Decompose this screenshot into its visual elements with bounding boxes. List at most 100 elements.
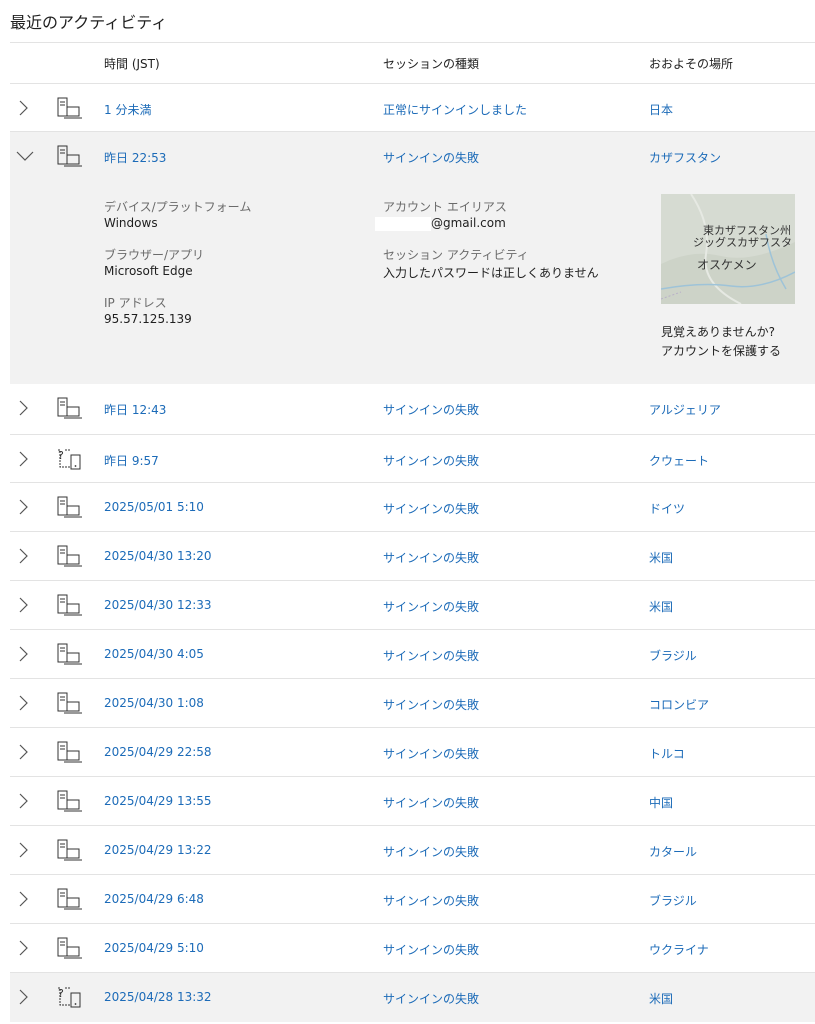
browser-app-value: Microsoft Edge	[104, 264, 193, 278]
activity-row[interactable]: 2025/04/30 1:08 サインインの失敗 コロンビア	[10, 678, 815, 728]
row-location[interactable]: カタール	[649, 843, 697, 860]
activity-row[interactable]: 昨日 12:43 サインインの失敗 アルジェリア	[10, 384, 815, 433]
activity-detail-panel: デバイス/プラットフォーム Windows ブラウザー/アプリ Microsof…	[10, 180, 815, 384]
chevron-right-icon[interactable]	[15, 497, 31, 517]
chevron-right-icon[interactable]	[15, 449, 31, 469]
desktop-icon	[56, 495, 84, 521]
row-session-type[interactable]: サインインの失敗	[383, 990, 479, 1007]
row-time[interactable]: 2025/04/30 13:20	[104, 549, 212, 563]
row-session-type[interactable]: サインインの失敗	[383, 794, 479, 811]
row-location[interactable]: 日本	[649, 101, 673, 118]
unknown-device-icon: ?	[56, 985, 84, 1011]
desktop-icon	[56, 642, 84, 668]
chevron-right-icon[interactable]	[15, 398, 31, 418]
row-location[interactable]: ブラジル	[649, 647, 697, 664]
session-activity-value: 入力したパスワードは正しくありません	[383, 266, 599, 280]
row-session-type[interactable]: サインインの失敗	[383, 941, 479, 958]
activity-row[interactable]: 2025/04/30 4:05 サインインの失敗 ブラジル	[10, 629, 815, 679]
chevron-down-icon[interactable]	[15, 146, 34, 166]
activity-row[interactable]: 1 分未満 正常にサインインしました 日本	[10, 83, 815, 133]
desktop-icon	[56, 544, 84, 570]
activity-row[interactable]: 2025/04/30 13:20 サインインの失敗 米国	[10, 531, 815, 581]
row-location[interactable]: 米国	[649, 990, 673, 1007]
account-alias-label: アカウント エイリアス	[383, 200, 507, 214]
device-platform-value: Windows	[104, 216, 158, 230]
row-location[interactable]: 米国	[649, 549, 673, 566]
desktop-icon	[56, 144, 84, 170]
chevron-right-icon[interactable]	[15, 595, 31, 615]
row-location[interactable]: コロンビア	[649, 696, 709, 713]
desktop-icon	[56, 593, 84, 619]
chevron-right-icon[interactable]	[15, 693, 31, 713]
row-time[interactable]: 2025/05/01 5:10	[104, 500, 204, 514]
chevron-right-icon[interactable]	[15, 791, 31, 811]
alias-domain: @gmail.com	[431, 216, 506, 230]
row-time[interactable]: 2025/04/29 13:55	[104, 794, 212, 808]
row-time[interactable]: 1 分未満	[104, 101, 151, 118]
row-location[interactable]: アルジェリア	[649, 401, 721, 418]
row-time[interactable]: 2025/04/28 13:32	[104, 990, 212, 1004]
row-time[interactable]: 昨日 12:43	[104, 401, 166, 418]
row-session-type[interactable]: 正常にサインインしました	[383, 101, 527, 118]
row-time[interactable]: 昨日 9:57	[104, 452, 159, 469]
chevron-right-icon[interactable]	[15, 840, 31, 860]
activity-row[interactable]: 2025/05/01 5:10 サインインの失敗 ドイツ	[10, 482, 815, 532]
row-time[interactable]: 2025/04/30 12:33	[104, 598, 212, 612]
row-session-type[interactable]: サインインの失敗	[383, 452, 479, 469]
activity-row[interactable]: 2025/04/30 12:33 サインインの失敗 米国	[10, 580, 815, 630]
browser-app-label: ブラウザー/アプリ	[104, 248, 205, 262]
chevron-right-icon[interactable]	[15, 987, 31, 1007]
header-time: 時間 (JST)	[104, 57, 160, 71]
chevron-right-icon[interactable]	[15, 938, 31, 958]
desktop-icon	[56, 838, 84, 864]
row-time[interactable]: 2025/04/29 6:48	[104, 892, 204, 906]
row-location[interactable]: トルコ	[649, 745, 685, 762]
chevron-right-icon[interactable]	[15, 644, 31, 664]
table-header: 時間 (JST) セッションの種類 おおよその場所	[10, 42, 815, 83]
row-location[interactable]: ブラジル	[649, 892, 697, 909]
row-time[interactable]: 昨日 22:53	[104, 149, 166, 166]
activity-row[interactable]: 2025/04/29 13:55 サインインの失敗 中国	[10, 776, 815, 826]
row-location[interactable]: カザフスタン	[649, 149, 721, 166]
activity-row[interactable]: 2025/04/29 6:48 サインインの失敗 ブラジル	[10, 874, 815, 924]
chevron-right-icon[interactable]	[15, 546, 31, 566]
chevron-right-icon[interactable]	[15, 98, 31, 118]
desktop-icon	[56, 789, 84, 815]
location-map[interactable]: 東カザフスタン州 ジッグスカザフスタ オスケメン	[661, 194, 795, 304]
row-location[interactable]: クウェート	[649, 452, 709, 469]
row-session-type[interactable]: サインインの失敗	[383, 549, 479, 566]
activity-row[interactable]: ? 2025/04/28 13:32 サインインの失敗 米国	[10, 972, 815, 1022]
session-activity-label: セッション アクティビティ	[383, 248, 529, 262]
activity-row[interactable]: ? 昨日 9:57 サインインの失敗 クウェート	[10, 434, 815, 484]
row-session-type[interactable]: サインインの失敗	[383, 500, 479, 517]
activity-row[interactable]: 2025/04/29 5:10 サインインの失敗 ウクライナ	[10, 923, 815, 973]
row-session-type[interactable]: サインインの失敗	[383, 598, 479, 615]
row-location[interactable]: ドイツ	[649, 500, 685, 517]
row-session-type[interactable]: サインインの失敗	[383, 647, 479, 664]
row-session-type[interactable]: サインインの失敗	[383, 696, 479, 713]
row-location[interactable]: 米国	[649, 598, 673, 615]
account-alias-value: @gmail.com	[375, 216, 506, 231]
unfamiliar-question: 見覚えありませんか?	[661, 325, 776, 339]
row-session-type[interactable]: サインインの失敗	[383, 892, 479, 909]
page-title: 最近のアクティビティ	[10, 13, 168, 32]
desktop-icon	[56, 887, 84, 913]
activity-row[interactable]: 2025/04/29 22:58 サインインの失敗 トルコ	[10, 727, 815, 777]
row-session-type[interactable]: サインインの失敗	[383, 843, 479, 860]
row-session-type[interactable]: サインインの失敗	[383, 401, 479, 418]
chevron-right-icon[interactable]	[15, 889, 31, 909]
row-session-type[interactable]: サインインの失敗	[383, 745, 479, 762]
activity-row[interactable]: 昨日 22:53 サインインの失敗 カザフスタン	[10, 131, 815, 181]
row-time[interactable]: 2025/04/29 22:58	[104, 745, 212, 759]
ip-address-value: 95.57.125.139	[104, 312, 192, 326]
row-time[interactable]: 2025/04/30 4:05	[104, 647, 204, 661]
row-time[interactable]: 2025/04/29 13:22	[104, 843, 212, 857]
row-location[interactable]: ウクライナ	[649, 941, 709, 958]
row-time[interactable]: 2025/04/29 5:10	[104, 941, 204, 955]
protect-account-link[interactable]: アカウントを保護する	[661, 342, 781, 359]
row-time[interactable]: 2025/04/30 1:08	[104, 696, 204, 710]
row-session-type[interactable]: サインインの失敗	[383, 149, 479, 166]
activity-row[interactable]: 2025/04/29 13:22 サインインの失敗 カタール	[10, 825, 815, 875]
chevron-right-icon[interactable]	[15, 742, 31, 762]
row-location[interactable]: 中国	[649, 794, 673, 811]
